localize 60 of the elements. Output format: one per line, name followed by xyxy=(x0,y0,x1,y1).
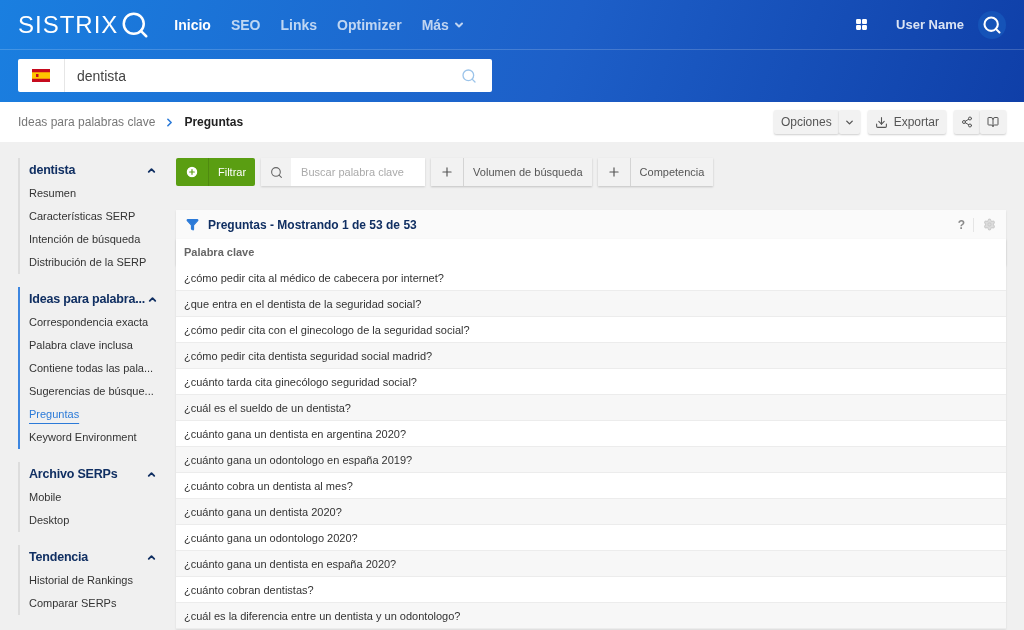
sidebar-item[interactable]: Sugerencias de búsque... xyxy=(29,380,154,403)
panel-title: Preguntas - Mostrando 1 de 53 de 53 xyxy=(208,217,418,232)
table-cell: ¿cuánto gana un odontologo en españa 2019? xyxy=(176,447,1006,473)
table-cell: ¿cuánto cobra un dentista al mes? xyxy=(176,473,1006,499)
sidebar-item[interactable]: Palabra clave inclusa xyxy=(29,334,133,357)
sidebar-item[interactable]: Correspondencia exacta xyxy=(29,311,149,334)
nav-link[interactable]: Inicio xyxy=(174,16,211,33)
keyword-filter-bar[interactable]: Buscar palabra clave xyxy=(261,158,426,186)
sidebar-item[interactable]: Resumen xyxy=(29,182,77,205)
table-cell: ¿cuál es la diferencia entre un dentista y un odontologo? xyxy=(176,603,1006,629)
sidebar-item[interactable]: Distribución de la SERP xyxy=(29,251,147,274)
table-cell: ¿que entra en el dentista de la seguridad social? xyxy=(176,291,1006,317)
table-cell: ¿cuánto gana un dentista en españa 2020? xyxy=(176,551,1006,577)
sidebar-item[interactable]: Características SERP xyxy=(29,205,136,228)
nav-link[interactable]: Optimizer xyxy=(337,16,402,33)
sidebar-item[interactable]: Historial de Rankings xyxy=(29,569,133,592)
search-button[interactable] xyxy=(978,10,1006,39)
plus-icon xyxy=(606,165,621,179)
table-cell: ¿cuánto gana un dentista en argentina 2020? xyxy=(176,421,1006,447)
filter-icon xyxy=(186,218,199,231)
table-cell: ¿cuánto gana un dentista 2020? xyxy=(176,499,1006,525)
share-button[interactable] xyxy=(954,110,980,134)
sidebar-section-title[interactable]: Tendencia xyxy=(29,550,89,564)
table-cell: ¿cómo pedir cita dentista seguridad social madrid? xyxy=(176,343,1006,369)
keyword-search-bar[interactable]: dentista xyxy=(18,59,492,92)
manual-button[interactable] xyxy=(980,110,1006,134)
table-cell: ¿cómo pedir cita con el ginecologo de la seguridad social? xyxy=(176,317,1006,343)
table-cell: ¿cómo pedir cita al médico de cabecera por internet? xyxy=(176,265,1006,291)
table-cell: ¿cuál es el sueldo de un dentista? xyxy=(176,395,1006,421)
apps-grid-icon[interactable] xyxy=(855,18,869,31)
table-cell: ¿cuánto tarda cita ginecólogo seguridad social? xyxy=(176,369,1006,395)
sidebar-item[interactable]: Preguntas xyxy=(29,403,80,426)
sidebar-item[interactable]: Intención de búsqueda xyxy=(29,228,141,251)
sidebar-item[interactable]: Mobile xyxy=(29,486,62,509)
sidebar-item[interactable]: Desktop xyxy=(29,509,70,532)
sidebar-item[interactable]: Comparar SERPs xyxy=(29,592,117,615)
more-menu[interactable]: Más xyxy=(421,16,465,33)
logo-text: SISTRIX xyxy=(18,10,119,39)
share-icon xyxy=(961,116,973,128)
table-cell: ¿cuánto gana un odontologo 2020? xyxy=(176,525,1006,551)
options-button[interactable]: Opciones xyxy=(773,110,839,134)
sidebar-section-title[interactable]: Archivo SERPs xyxy=(29,467,118,481)
user-name[interactable]: User Name xyxy=(896,17,964,32)
column-header[interactable]: Palabra clave xyxy=(176,239,1006,265)
plus-icon xyxy=(440,165,455,179)
table-cell: ¿cuánto cobran dentistas? xyxy=(176,577,1006,603)
sidebar-section-title[interactable]: dentista xyxy=(29,163,76,177)
sidebar-item[interactable]: Keyword Environment xyxy=(29,426,137,449)
breadcrumb-link[interactable]: Preguntas xyxy=(184,115,244,129)
add-filter-button[interactable]: Competencia xyxy=(597,158,714,186)
search-icon xyxy=(269,165,283,179)
spain-flag-icon xyxy=(32,69,50,82)
add-filter-button[interactable]: Volumen de búsqueda xyxy=(431,158,592,186)
sidebar-item[interactable]: Contiene todas las pala... xyxy=(29,357,154,380)
download-icon xyxy=(874,115,888,129)
book-icon xyxy=(987,116,999,128)
breadcrumb-link[interactable]: Ideas para palabras clave xyxy=(18,115,156,129)
export-button[interactable]: Exportar xyxy=(867,110,946,134)
sidebar-section-title[interactable]: Ideas para palabra... xyxy=(29,292,145,306)
plus-circle-icon xyxy=(185,165,199,179)
